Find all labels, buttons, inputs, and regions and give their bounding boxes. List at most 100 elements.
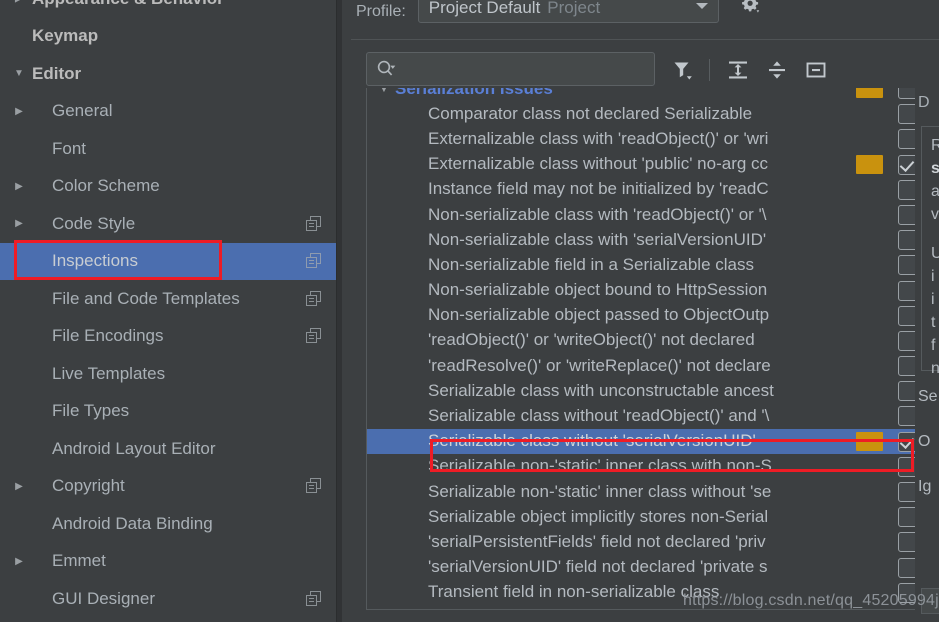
- sidebar-item-label: Keymap: [32, 26, 99, 46]
- sidebar-item-color-scheme[interactable]: ▶ Color Scheme: [0, 168, 336, 206]
- inspection-row[interactable]: Comparator class not declared Serializab…: [367, 101, 938, 126]
- sidebar-item-file-encodings[interactable]: ▶File Encodings: [0, 318, 336, 356]
- copy-settings-icon[interactable]: [306, 290, 322, 307]
- inspection-row[interactable]: Externalizable class with 'readObject()'…: [367, 126, 938, 151]
- sidebar-item-general[interactable]: ▶ General: [0, 93, 336, 131]
- inspection-row[interactable]: Non-serializable class with 'readObject(…: [367, 202, 938, 227]
- collapse-all-icon[interactable]: [763, 56, 791, 84]
- inspection-row[interactable]: 'serialVersionUID' field not declared 'p…: [367, 555, 938, 580]
- copy-settings-icon[interactable]: [306, 590, 322, 607]
- sidebar-item-label: Copyright: [52, 476, 125, 496]
- inspection-label: 'readObject()' or 'writeObject()' not de…: [428, 330, 755, 350]
- inspection-tree[interactable]: ▼ Serialization Issues Comparator class no…: [366, 88, 939, 610]
- chevron-down-icon[interactable]: ▼: [8, 68, 30, 79]
- severity-swatch[interactable]: [856, 431, 883, 451]
- inspection-label: Non-serializable object passed to Object…: [428, 305, 770, 325]
- chevron-right-icon[interactable]: ▶: [8, 481, 30, 492]
- chevron-right-icon[interactable]: ▶: [8, 106, 30, 117]
- description-text: t: [931, 314, 936, 331]
- inspection-row[interactable]: Instance field may not be initialized by…: [367, 177, 938, 202]
- chevron-right-icon[interactable]: ▶: [8, 218, 30, 229]
- search-field[interactable]: [366, 52, 655, 86]
- inspections-panel: Profile: Project Default Project ▼ Seria…: [342, 0, 939, 622]
- description-text: U: [931, 245, 939, 262]
- inspection-toolbar: [342, 52, 939, 86]
- sidebar-item-label: Color Scheme: [52, 176, 160, 196]
- inspection-label: Non-serializable class with 'readObject(…: [428, 204, 767, 224]
- settings-dialog: ▶Appearance & Behavior▶Keymap▼Editor▶Gen…: [0, 0, 939, 622]
- description-text: v: [931, 206, 939, 223]
- inspection-label: Serializable object implicitly stores no…: [428, 506, 769, 526]
- description-option-label: Se: [918, 388, 938, 405]
- description-option-label: Ig: [918, 478, 932, 495]
- inspection-row[interactable]: Externalizable class without 'public' no…: [367, 152, 938, 177]
- inspection-group-label: Serialization Issues: [395, 88, 553, 98]
- copy-settings-icon[interactable]: [306, 253, 322, 269]
- sidebar-item-emmet[interactable]: ▶ Emmet: [0, 543, 336, 581]
- inspection-row[interactable]: Non-serializable object passed to Object…: [367, 303, 938, 328]
- description-text: i: [931, 291, 935, 308]
- sidebar-item-copyright[interactable]: ▶ Copyright: [0, 468, 336, 506]
- copy-settings-icon[interactable]: [306, 478, 322, 494]
- severity-swatch[interactable]: [856, 154, 883, 174]
- sidebar-item-code-style[interactable]: ▶ Code Style: [0, 205, 336, 243]
- filter-icon[interactable]: [669, 56, 697, 84]
- description-text: i: [931, 268, 935, 285]
- sidebar-item-font[interactable]: ▶Font: [0, 130, 336, 168]
- sidebar-item-appearance-behavior[interactable]: ▶Appearance & Behavior: [0, 0, 336, 18]
- chevron-right-icon[interactable]: ▶: [8, 181, 30, 192]
- sidebar-item-label: Font: [52, 138, 87, 158]
- inspection-label: Transient field in non-serializable clas…: [428, 582, 720, 602]
- sidebar-item-label: File and Code Templates: [52, 288, 240, 308]
- search-icon[interactable]: [376, 59, 396, 79]
- chevron-right-icon[interactable]: ▶: [8, 0, 30, 4]
- inspection-row[interactable]: Serializable non-'static' inner class wi…: [367, 479, 938, 504]
- sidebar-item-android-layout-editor[interactable]: ▶Android Layout Editor: [0, 430, 336, 468]
- inspection-row[interactable]: Serializable object implicitly stores no…: [367, 504, 938, 529]
- sidebar-item-label: Live Templates: [52, 363, 166, 383]
- sidebar-item-inspections[interactable]: ▶Inspections: [0, 242, 336, 280]
- inspection-row[interactable]: Serializable non-'static' inner class wi…: [367, 454, 938, 479]
- hide-panel-icon[interactable]: [802, 56, 830, 84]
- inspection-row[interactable]: Serializable class without 'readObject()…: [367, 403, 938, 428]
- expand-all-icon[interactable]: [724, 56, 752, 84]
- inspection-label: Comparator class not declared Serializab…: [428, 103, 753, 123]
- sidebar-item-label: Code Style: [52, 213, 136, 233]
- inspection-label: Serializable non-'static' inner class wi…: [428, 481, 772, 501]
- gear-icon[interactable]: [740, 0, 764, 16]
- sidebar-item-label: GUI Designer: [52, 588, 155, 608]
- chevron-right-icon[interactable]: ▶: [8, 556, 30, 567]
- copy-settings-icon[interactable]: [306, 215, 322, 232]
- inspection-row[interactable]: Serializable class with unconstructable …: [367, 378, 938, 403]
- description-text: n: [931, 360, 939, 377]
- inspection-row[interactable]: Non-serializable field in a Serializable…: [367, 252, 938, 277]
- chevron-down-icon[interactable]: ▼: [367, 88, 395, 94]
- description-text: s: [931, 160, 939, 177]
- sidebar-item-label: Inspections: [52, 251, 138, 271]
- sidebar-item-editor[interactable]: ▼ Editor: [0, 55, 336, 93]
- description-card: RsavUiitfn: [921, 126, 939, 377]
- profile-dropdown[interactable]: Project Default Project: [417, 0, 719, 23]
- inspection-row[interactable]: 'serialPersistentFields' field not decla…: [367, 529, 938, 554]
- inspection-label: 'serialVersionUID' field not declared 'p…: [428, 557, 768, 577]
- search-input[interactable]: [396, 60, 654, 78]
- sidebar-item-file-types[interactable]: ▶File Types: [0, 393, 336, 431]
- inspection-group-row[interactable]: ▼ Serialization Issues: [367, 88, 938, 101]
- sidebar-item-label: Android Data Binding: [52, 513, 213, 533]
- inspection-row[interactable]: Non-serializable object bound to HttpSes…: [367, 278, 938, 303]
- sidebar-item-file-and-code-templates[interactable]: ▶File and Code Templates: [0, 280, 336, 318]
- severity-swatch[interactable]: [856, 88, 883, 98]
- inspection-label: Serializable class without 'serialVersio…: [428, 431, 756, 451]
- inspection-label: Externalizable class with 'readObject()'…: [428, 128, 769, 148]
- sidebar-item-android-data-binding[interactable]: ▶Android Data Binding: [0, 505, 336, 543]
- sidebar-item-gui-designer[interactable]: ▶GUI Designer: [0, 580, 336, 618]
- inspection-row[interactable]: 'readObject()' or 'writeObject()' not de…: [367, 328, 938, 353]
- copy-settings-icon[interactable]: [306, 328, 322, 344]
- inspection-row[interactable]: Non-serializable class with 'serialVersi…: [367, 227, 938, 252]
- sidebar-item-live-templates[interactable]: ▶Live Templates: [0, 355, 336, 393]
- inspection-row[interactable]: 'readResolve()' or 'writeReplace()' not …: [367, 353, 938, 378]
- settings-sidebar: ▶Appearance & Behavior▶Keymap▼Editor▶Gen…: [0, 0, 336, 622]
- chevron-down-icon: [695, 2, 708, 9]
- inspection-row[interactable]: Serializable class without 'serialVersio…: [367, 428, 938, 454]
- sidebar-item-keymap[interactable]: ▶Keymap: [0, 18, 336, 56]
